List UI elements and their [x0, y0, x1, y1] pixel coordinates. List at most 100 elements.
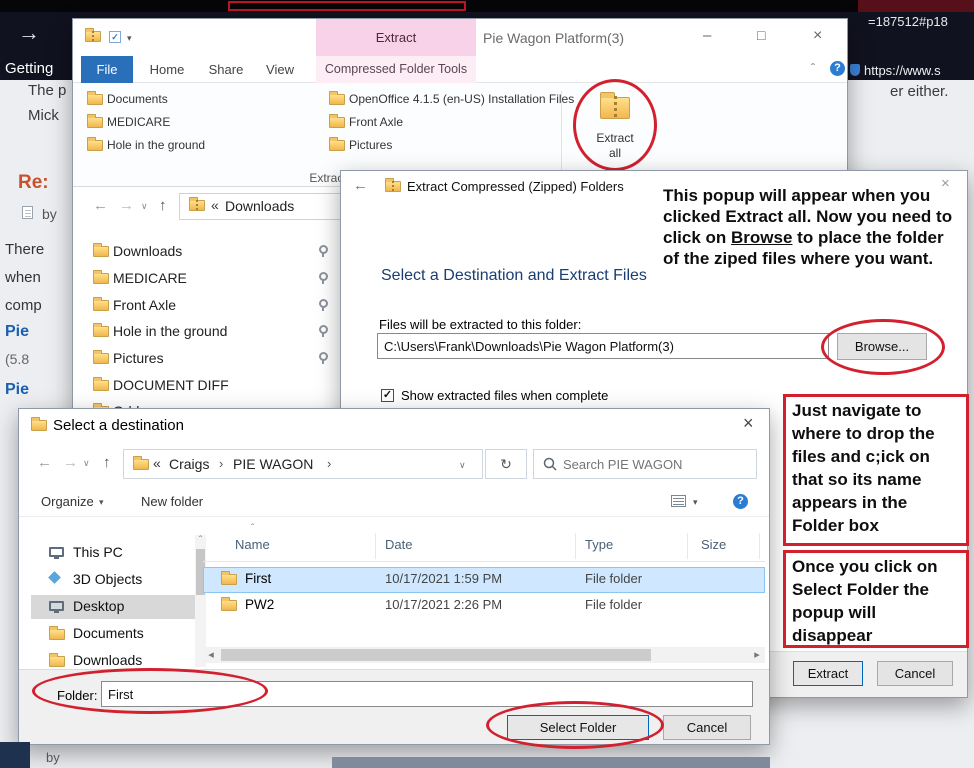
maximize-button[interactable]: □ — [757, 27, 765, 43]
pin-icon[interactable] — [317, 272, 327, 284]
organize-dropdown-icon[interactable]: ▾ — [99, 497, 104, 508]
wizard-back-icon[interactable]: ← — [353, 177, 368, 194]
new-folder-button[interactable]: New folder — [141, 494, 203, 509]
ribbon-collapse-icon[interactable]: ˆ — [811, 61, 815, 75]
extract-cancel-button[interactable]: Cancel — [877, 661, 953, 686]
column-header-type[interactable]: Type — [585, 537, 613, 552]
up-icon[interactable]: ↑ — [159, 197, 167, 214]
h-scroll-left-icon[interactable]: ◂ — [203, 648, 219, 661]
extract-to-place[interactable]: Documents — [107, 92, 168, 106]
history-dropdown-icon[interactable]: ∨ — [141, 201, 148, 212]
page-text-fragment: (5.8 — [5, 351, 29, 367]
tab-compressed-folder-tools[interactable]: Compressed Folder Tools — [316, 56, 476, 83]
folder-icon — [93, 273, 109, 284]
explorer-nav-item-pictures[interactable]: Pictures — [113, 350, 164, 366]
views-dropdown-icon[interactable]: ▾ — [693, 497, 698, 508]
quick-access-dropdown-icon[interactable]: ▾ — [127, 33, 132, 44]
column-divider[interactable] — [759, 533, 760, 559]
explorer-nav-item-document-diff[interactable]: DOCUMENT DIFF — [113, 377, 229, 393]
folder-icon — [133, 459, 149, 470]
extract-to-place[interactable]: Front Axle — [349, 115, 403, 129]
explorer-nav-item-hole-in-the-ground[interactable]: Hole in the ground — [113, 323, 227, 339]
zip-folder-icon — [600, 97, 630, 119]
column-divider[interactable] — [375, 533, 376, 559]
extract-to-place[interactable]: MEDICARE — [107, 115, 170, 129]
nav-item-desktop[interactable]: Desktop — [73, 598, 124, 614]
minimize-button[interactable]: – — [703, 27, 711, 44]
h-scroll-right-icon[interactable]: ▸ — [749, 648, 765, 661]
breadcrumb-downloads[interactable]: Downloads — [225, 198, 294, 214]
pin-icon[interactable] — [317, 325, 327, 337]
nav-item-documents[interactable]: Documents — [73, 625, 144, 641]
row-first-name[interactable]: First — [245, 571, 271, 586]
h-scrollbar-thumb[interactable] — [221, 649, 651, 661]
row-first-type: File folder — [585, 571, 642, 586]
page-text-fragment: There — [5, 241, 44, 258]
extract-button[interactable]: Extract — [793, 661, 863, 686]
column-header-date[interactable]: Date — [385, 537, 412, 552]
row-pw2-date: 10/17/2021 2:26 PM — [385, 597, 502, 612]
organize-menu[interactable]: Organize — [41, 494, 94, 509]
back-icon[interactable]: ← — [37, 454, 52, 471]
column-header-name[interactable]: Name — [235, 537, 270, 552]
column-divider[interactable] — [687, 533, 688, 559]
breadcrumb-craigs[interactable]: Craigs — [169, 456, 209, 472]
nav-item-downloads[interactable]: Downloads — [73, 652, 142, 668]
folder-icon — [93, 246, 109, 257]
search-icon — [543, 457, 557, 471]
nav-item-this-pc[interactable]: This PC — [73, 544, 123, 560]
column-divider[interactable] — [575, 533, 576, 559]
zip-folder-icon — [189, 200, 205, 211]
tab-home[interactable]: Home — [139, 56, 195, 83]
nav-item-3d-objects[interactable]: 3D Objects — [73, 571, 142, 587]
tab-file[interactable]: File — [81, 56, 133, 83]
back-icon[interactable]: ← — [93, 197, 108, 214]
forward-icon[interactable]: → — [119, 197, 134, 214]
explorer-nav-item-medicare[interactable]: MEDICARE — [113, 270, 187, 286]
page-link-fragment[interactable]: Pie — [5, 381, 29, 399]
history-dropdown-icon[interactable]: ∨ — [83, 458, 90, 469]
destination-path-input[interactable] — [377, 333, 829, 359]
quick-access-check-icon[interactable]: ✓ — [109, 31, 121, 43]
tab-view[interactable]: View — [255, 56, 305, 83]
breadcrumb-chevron-icon[interactable]: › — [219, 456, 223, 471]
breadcrumb-chevron-icon[interactable]: › — [327, 456, 331, 471]
page-text-fragment: Mick — [28, 107, 59, 124]
extract-all-button[interactable]: Extract all — [579, 87, 651, 181]
breadcrumb-pie-wagon[interactable]: PIE WAGON — [233, 456, 313, 472]
nav-scroll-up-icon[interactable]: ˆ — [195, 535, 206, 546]
dialog-help-icon[interactable]: ? — [733, 494, 748, 509]
close-button[interactable]: × — [813, 27, 822, 45]
close-icon[interactable]: × — [743, 413, 754, 434]
browser-forward-icon[interactable]: → — [18, 20, 40, 46]
extract-to-place[interactable]: OpenOffice 4.1.5 (en-US) Installation Fi… — [349, 92, 574, 106]
document-icon — [22, 206, 33, 219]
explorer-help-icon[interactable]: ? — [830, 61, 845, 76]
page-link-fragment[interactable]: Pie — [5, 323, 29, 341]
select-folder-button[interactable]: Select Folder — [507, 715, 649, 740]
folder-icon — [93, 380, 109, 391]
tab-share[interactable]: Share — [199, 56, 253, 83]
folder-name-input[interactable] — [101, 681, 753, 707]
destination-path-label: Files will be extracted to this folder: — [379, 317, 581, 332]
address-dropdown-icon[interactable]: ∨ — [459, 460, 466, 471]
pin-icon[interactable] — [317, 352, 327, 364]
extract-to-place[interactable]: Pictures — [349, 138, 392, 152]
up-icon[interactable]: ↑ — [103, 454, 111, 471]
folder-icon — [221, 574, 237, 585]
forward-icon[interactable]: → — [63, 454, 78, 471]
zip-folder-icon — [385, 181, 401, 192]
explorer-nav-item-front-axle[interactable]: Front Axle — [113, 297, 176, 313]
pin-icon[interactable] — [317, 245, 327, 257]
browse-button[interactable]: Browse... — [837, 333, 927, 360]
views-icon[interactable] — [671, 495, 686, 507]
column-header-size[interactable]: Size — [701, 537, 726, 552]
pin-icon[interactable] — [317, 299, 327, 311]
show-files-checkbox[interactable]: ✓ — [381, 389, 394, 402]
extract-to-place[interactable]: Hole in the ground — [107, 138, 205, 152]
row-pw2-name[interactable]: PW2 — [245, 597, 274, 612]
refresh-button[interactable]: ↻ — [485, 449, 527, 479]
select-cancel-button[interactable]: Cancel — [663, 715, 751, 740]
explorer-nav-item-downloads[interactable]: Downloads — [113, 243, 182, 259]
search-input[interactable] — [561, 451, 751, 477]
